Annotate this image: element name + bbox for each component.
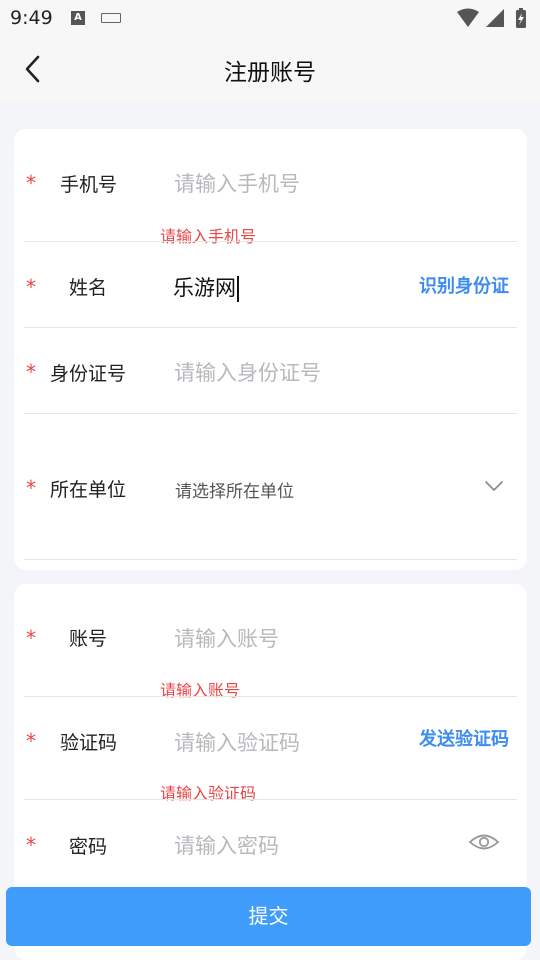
divider	[24, 413, 517, 414]
status-time: 9:49	[10, 7, 53, 29]
keyboard-icon	[101, 13, 121, 23]
chevron-down-icon[interactable]	[484, 479, 504, 493]
name-label: 姓名	[69, 277, 108, 299]
scan-id-card-button[interactable]: 识别身份证	[419, 272, 509, 298]
required-mark: *	[26, 833, 36, 857]
phone-label: 手机号	[60, 174, 118, 196]
required-mark: *	[26, 729, 36, 753]
unit-label: 所在单位	[50, 479, 127, 501]
password-label: 密码	[69, 836, 108, 858]
submit-button[interactable]: 提交	[6, 887, 531, 946]
required-mark: *	[26, 275, 36, 299]
account-input[interactable]: 请输入账号	[174, 623, 279, 653]
id-number-input[interactable]: 请输入身份证号	[174, 357, 321, 387]
required-mark: *	[26, 626, 36, 650]
code-label: 验证码	[60, 732, 118, 754]
divider	[24, 799, 517, 800]
send-code-button[interactable]: 发送验证码	[419, 725, 509, 751]
eye-icon[interactable]	[468, 830, 500, 854]
status-bar: 9:49 A	[0, 0, 540, 36]
unit-select[interactable]: 请选择所在单位	[175, 477, 294, 502]
required-mark: *	[26, 476, 36, 500]
required-mark: *	[26, 171, 36, 195]
signal-icon	[486, 9, 504, 27]
phone-input[interactable]: 请输入手机号	[174, 168, 300, 198]
phone-error: 请输入手机号	[160, 227, 257, 246]
divider	[24, 696, 517, 697]
divider	[24, 241, 517, 242]
password-input[interactable]: 请输入密码	[174, 830, 279, 860]
account-error: 请输入账号	[160, 681, 241, 700]
wifi-icon	[457, 8, 479, 27]
personal-info-card: * 手机号 请输入手机号 请输入手机号 * 姓名 乐游网 识别身份证 * 身份证…	[14, 129, 527, 570]
name-input[interactable]: 乐游网	[173, 272, 239, 302]
required-mark: *	[26, 360, 36, 384]
nav-bar: 注册账号	[0, 36, 540, 102]
status-icons	[457, 8, 526, 28]
page-title: 注册账号	[224, 60, 316, 86]
text-cursor	[237, 276, 239, 302]
id-number-label: 身份证号	[50, 363, 127, 385]
code-input[interactable]: 请输入验证码	[174, 727, 300, 757]
name-value: 乐游网	[173, 276, 236, 300]
account-label: 账号	[69, 628, 108, 650]
code-error: 请输入验证码	[160, 784, 257, 803]
text-input-indicator-icon: A	[71, 11, 85, 25]
divider	[24, 559, 517, 560]
divider	[24, 327, 517, 328]
